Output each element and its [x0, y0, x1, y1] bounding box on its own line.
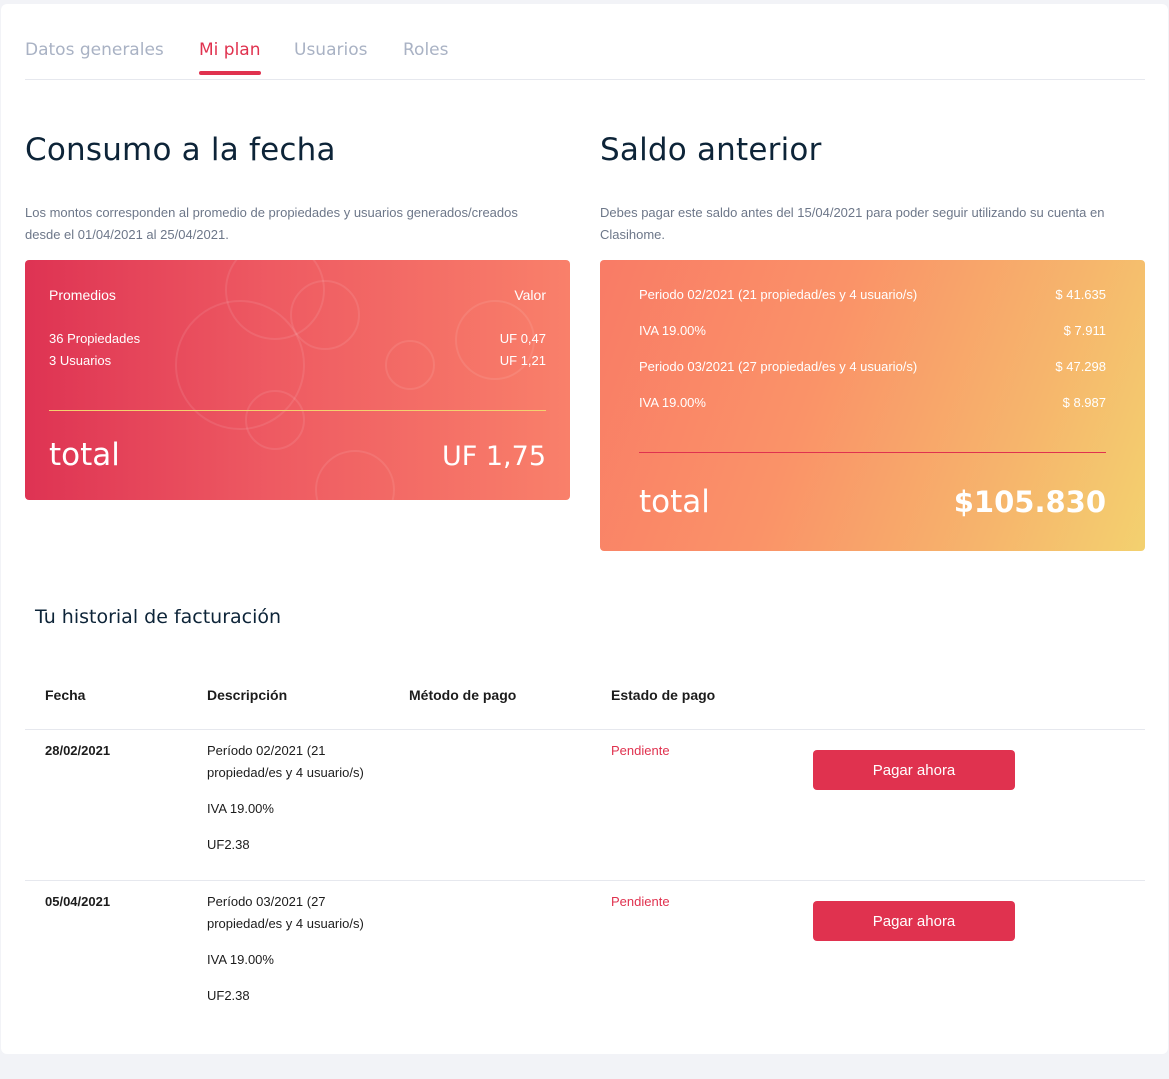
saldo-row: Periodo 02/2021 (21 propiedad/es y 4 usu…	[639, 287, 1106, 302]
consumo-row-label: 36 Propiedades	[49, 331, 141, 346]
saldo-row-value: $ 7.911	[1063, 323, 1106, 338]
row-iva: IVA 19.00%	[207, 801, 274, 816]
consumo-row: 36 Propiedades UF 0,47	[49, 331, 546, 346]
row-date: 05/04/2021	[45, 894, 111, 909]
consumo-row: 3 Usuarios UF 1,21	[49, 353, 546, 368]
saldo-row-label: Periodo 03/2021 (27 propiedad/es y 4 usu…	[639, 359, 918, 374]
saldo-description: Debes pagar este saldo antes del 15/04/2…	[600, 205, 1105, 242]
tab-datos-generales[interactable]: Datos generales	[25, 40, 164, 60]
consumo-header: Promedios Valor	[49, 287, 546, 303]
consumo-divider	[49, 410, 546, 411]
consumo-row-label: 3 Usuarios	[49, 353, 112, 368]
consumo-description: Los montos corresponden al promedio de p…	[25, 205, 518, 242]
saldo-row: IVA 19.00% $ 8.987	[639, 395, 1106, 410]
saldo-divider	[639, 452, 1106, 453]
tab-usuarios[interactable]: Usuarios	[294, 40, 367, 60]
pay-now-button[interactable]: Pagar ahora	[813, 750, 1015, 790]
saldo-row-label: IVA 19.00%	[639, 395, 706, 410]
tab-roles[interactable]: Roles	[403, 40, 449, 60]
column-header-estado: Estado de pago	[611, 687, 716, 703]
consumo-row-value: UF 1,21	[499, 353, 546, 368]
saldo-total-value: $105.830	[953, 485, 1106, 519]
saldo-total-label: total	[639, 484, 710, 520]
consumo-total-value: UF 1,75	[442, 441, 546, 472]
column-header-fecha: Fecha	[45, 687, 86, 703]
saldo-total: total $105.830	[639, 484, 1106, 520]
table-divider	[25, 729, 1145, 730]
tab-mi-plan[interactable]: Mi plan	[199, 40, 261, 75]
tab-mi-plan-label: Mi plan	[199, 40, 261, 60]
row-iva: IVA 19.00%	[207, 952, 274, 967]
saldo-row-label: IVA 19.00%	[639, 323, 706, 338]
row-date: 28/02/2021	[45, 743, 111, 758]
saldo-title: Saldo anterior	[600, 132, 822, 168]
saldo-row-value: $ 41.635	[1055, 287, 1106, 302]
consumo-panel: Promedios Valor 36 Propiedades UF 0,47 3…	[25, 260, 570, 500]
pay-now-button[interactable]: Pagar ahora	[813, 901, 1015, 941]
header-valor: Valor	[514, 287, 546, 303]
tab-bar: Datos generales Mi plan Usuarios Roles	[25, 40, 1145, 80]
header-promedios: Promedios	[49, 287, 116, 303]
active-tab-indicator	[199, 71, 261, 75]
row-description: Período 02/2021 (21 propiedad/es y 4 usu…	[207, 743, 364, 780]
row-status: Pendiente	[611, 743, 670, 758]
history-title: Tu historial de facturación	[35, 606, 282, 628]
saldo-row-value: $ 8.987	[1062, 395, 1106, 410]
consumo-row-value: UF 0,47	[499, 331, 546, 346]
column-header-metodo: Método de pago	[409, 687, 517, 703]
row-amount: UF2.38	[207, 988, 250, 1003]
saldo-row-value: $ 47.298	[1055, 359, 1106, 374]
row-description: Período 03/2021 (27 propiedad/es y 4 usu…	[207, 894, 364, 931]
column-header-descripcion: Descripción	[207, 687, 288, 703]
table-divider	[25, 880, 1145, 881]
row-status: Pendiente	[611, 894, 670, 909]
saldo-row: IVA 19.00% $ 7.911	[639, 323, 1106, 338]
saldo-row: Periodo 03/2021 (27 propiedad/es y 4 usu…	[639, 359, 1106, 374]
saldo-panel: Periodo 02/2021 (21 propiedad/es y 4 usu…	[600, 260, 1145, 551]
saldo-row-label: Periodo 02/2021 (21 propiedad/es y 4 usu…	[639, 287, 918, 302]
consumo-total-label: total	[49, 437, 120, 473]
consumo-total: total UF 1,75	[49, 437, 546, 473]
consumo-title: Consumo a la fecha	[25, 132, 336, 168]
row-amount: UF2.38	[207, 837, 250, 852]
